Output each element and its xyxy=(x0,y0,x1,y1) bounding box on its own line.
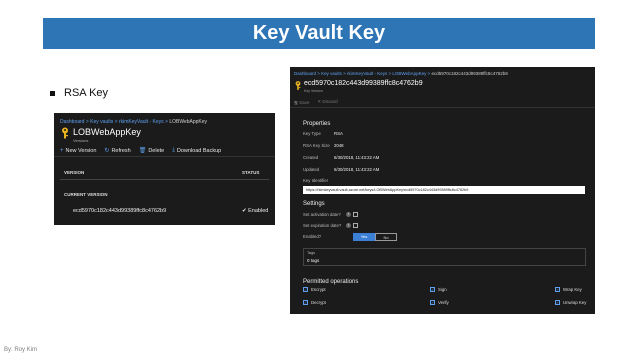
updated-value: 6/30/2018, 11:43:22 AM xyxy=(334,167,380,172)
panel-title: ecd5970c182c443d99389ffc8c4762b9 xyxy=(304,80,423,87)
status-cell: ✔ Enabled xyxy=(242,208,269,214)
updated-label: Updated xyxy=(303,167,320,172)
discard-button[interactable]: ✕ Discard xyxy=(317,99,337,107)
refresh-button[interactable]: ↻ Refresh xyxy=(104,147,131,155)
tags-section[interactable]: Tags 0 tags xyxy=(303,248,586,266)
divider xyxy=(290,107,595,108)
refresh-label: Refresh xyxy=(111,147,131,154)
enabled-label: Enabled? xyxy=(303,234,322,239)
enabled-no-option[interactable]: No xyxy=(375,233,397,241)
expiration-date-checkbox[interactable] xyxy=(353,223,358,228)
download-backup-button[interactable]: ⤓ Download Backup xyxy=(172,147,221,154)
breadcrumb: Dashboard > Key vaults > rkimKeyVault - … xyxy=(60,119,208,125)
op-label: Decrypt xyxy=(311,300,326,305)
panel-subtitle: Versions xyxy=(73,138,89,143)
key-type-value: RSA xyxy=(334,131,343,136)
save-icon: 🖫 xyxy=(294,100,298,105)
refresh-icon: ↻ xyxy=(104,148,110,154)
toolbar: + New Version ↻ Refresh 🗑 Delete ⤓ Download … xyxy=(60,147,221,154)
footer-author: By: Roy Kim xyxy=(4,347,38,353)
new-version-button[interactable]: + New Version xyxy=(60,147,96,154)
breadcrumb-current: LOBWebAppKey xyxy=(169,119,208,125)
enabled-yes-option[interactable]: Yes xyxy=(353,233,375,241)
key-type-label: Key Type xyxy=(303,131,321,136)
checkbox-checked-icon: ✓ xyxy=(303,287,308,292)
delete-button[interactable]: 🗑 Delete xyxy=(138,147,165,155)
bullet-text: RSA Key xyxy=(64,87,109,99)
key-identifier-field[interactable]: https://rkimkeyvault.vault.azure.net/key… xyxy=(303,186,585,194)
breadcrumb: Dashboard > Key vaults > rkimKeyVault - … xyxy=(294,71,508,76)
column-header-status[interactable]: STATUS xyxy=(242,170,259,175)
op-decrypt[interactable]: ✓ Decrypt xyxy=(303,300,326,305)
panel-title: LOBWebAppKey xyxy=(73,127,141,137)
save-button[interactable]: 🖫 Save xyxy=(294,99,309,107)
op-label: Wrap Key xyxy=(563,287,582,292)
op-label: Verify xyxy=(438,300,449,305)
trash-icon: 🗑 xyxy=(138,148,147,154)
breadcrumb-keys[interactable]: rkimKeyVault - Keys xyxy=(119,119,164,125)
slide-title: Key Vault Key xyxy=(252,22,386,44)
key-icon xyxy=(62,127,68,139)
key-version-panel: Dashboard > Key vaults > rkimKeyVault - … xyxy=(290,67,595,314)
checkbox-checked-icon: ✓ xyxy=(555,300,560,305)
column-header-version[interactable]: VERSION xyxy=(64,170,84,175)
breadcrumb-keys[interactable]: rkimKeyVault - Keys xyxy=(347,71,387,76)
checkbox-checked-icon: ✓ xyxy=(430,300,435,305)
enabled-toggle[interactable]: Yes No xyxy=(353,233,397,241)
op-sign[interactable]: ✓ Sign xyxy=(430,287,447,292)
breadcrumb-dashboard[interactable]: Dashboard xyxy=(60,119,84,125)
breadcrumb-dashboard[interactable]: Dashboard xyxy=(294,71,316,76)
download-backup-label: Download Backup xyxy=(176,147,222,154)
checkbox-checked-icon: ✓ xyxy=(430,287,435,292)
op-verify[interactable]: ✓ Verify xyxy=(430,300,449,305)
op-wrap-key[interactable]: ✓ Wrap Key xyxy=(555,287,582,292)
tags-label: Tags xyxy=(307,251,316,255)
current-version-label: CURRENT VERSION xyxy=(64,192,108,197)
checkbox-checked-icon: ✓ xyxy=(303,300,308,305)
activation-date-checkbox[interactable] xyxy=(353,212,358,217)
expiration-date-label: Set expiration date? xyxy=(303,223,342,228)
new-version-label: New Version xyxy=(65,147,97,154)
key-size-label: RSA Key Size xyxy=(303,143,330,148)
download-icon: ⤓ xyxy=(172,147,175,153)
discard-label: Discard xyxy=(322,99,338,104)
checkbox-checked-icon: ✓ xyxy=(555,287,560,292)
plus-icon: + xyxy=(60,147,64,154)
info-icon[interactable]: i xyxy=(346,212,351,217)
permitted-operations-heading: Permitted operations xyxy=(303,279,359,285)
breadcrumb-current: ecd5970c182c443d99389ffc8c4762b9 xyxy=(431,71,508,76)
key-icon xyxy=(295,81,301,90)
info-icon[interactable]: i xyxy=(346,223,351,228)
panel-subtitle: Key Version xyxy=(304,89,323,93)
settings-heading: Settings xyxy=(303,201,325,207)
key-size-value: 2048 xyxy=(334,143,344,148)
key-identifier-label: Key Identifier xyxy=(303,178,329,183)
op-label: Unwrap Key xyxy=(563,300,587,305)
breadcrumb-key[interactable]: LOBWebAppKey xyxy=(392,71,426,76)
created-value: 6/30/2018, 11:43:22 AM xyxy=(334,155,380,160)
divider xyxy=(54,156,275,157)
op-unwrap-key[interactable]: ✓ Unwrap Key xyxy=(555,300,586,305)
divider xyxy=(60,179,269,180)
op-label: Sign xyxy=(438,287,447,292)
toolbar: 🖫 Save ✕ Discard xyxy=(294,99,338,107)
created-label: Created xyxy=(303,155,319,160)
status-text: Enabled xyxy=(248,208,269,214)
delete-label: Delete xyxy=(148,147,165,154)
bullet-square-icon xyxy=(50,90,55,96)
save-label: Save xyxy=(299,100,310,105)
breadcrumb-key-vaults[interactable]: Key vaults xyxy=(321,71,342,76)
properties-heading: Properties xyxy=(303,121,331,127)
bullet-item: RSA Key xyxy=(50,87,108,99)
breadcrumb-key-vaults[interactable]: Key vaults xyxy=(90,119,113,125)
op-encrypt[interactable]: ✓ Encrypt xyxy=(303,287,326,292)
versions-panel: Dashboard > Key vaults > rkimKeyVault - … xyxy=(54,113,275,225)
slide-title-banner: Key Vault Key xyxy=(43,18,595,49)
activation-date-label: Set activation date? xyxy=(303,212,341,217)
version-row[interactable]: ecd5970c182c443d99389ffc8c4762b9 xyxy=(73,208,166,214)
tags-value: 0 tags xyxy=(307,258,320,263)
close-icon: ✕ xyxy=(317,99,322,104)
op-label: Encrypt xyxy=(311,287,326,292)
